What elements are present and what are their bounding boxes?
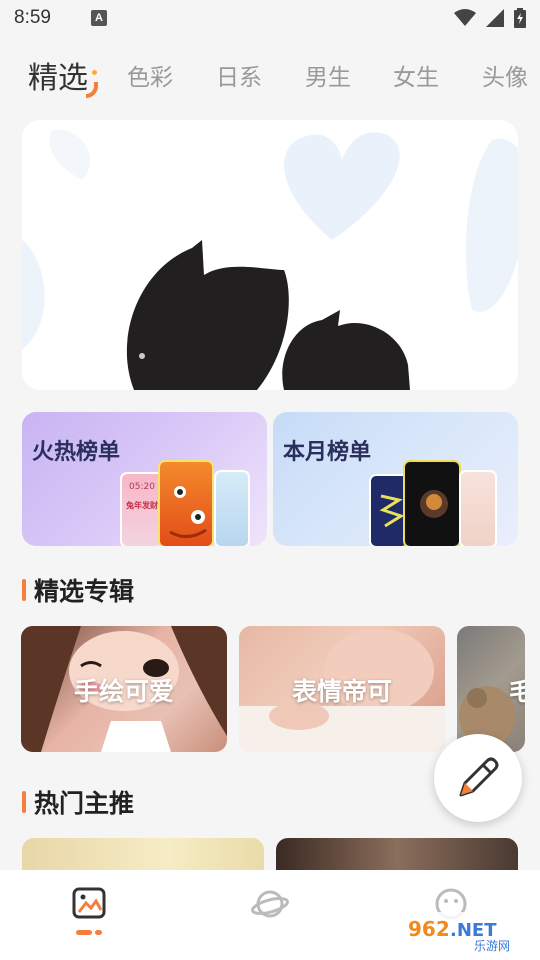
tab-color[interactable]: 色彩 xyxy=(127,58,173,92)
section-accent-bar xyxy=(22,791,26,813)
status-bar: 8:59 A xyxy=(0,0,540,36)
wallpaper-icon xyxy=(72,887,106,919)
status-time: 8:59 xyxy=(14,7,51,28)
hot-ranking-card[interactable]: 火热榜单 05:20 兔年发财 xyxy=(22,412,267,546)
banner-artwork xyxy=(22,129,518,390)
phone-preview xyxy=(158,460,214,546)
album-card[interactable]: 毛 xyxy=(457,626,525,752)
svg-text:962: 962 xyxy=(408,917,450,941)
phone-preview xyxy=(459,470,497,546)
nav-discover[interactable] xyxy=(240,886,300,946)
hot-picks-section-header: 热门主推 xyxy=(22,784,134,820)
edit-fab-button[interactable] xyxy=(434,734,522,822)
svg-text:.NET: .NET xyxy=(450,920,497,941)
month-ranking-title: 本月榜单 xyxy=(283,440,372,465)
phone-caption: 兔年发财 xyxy=(126,501,158,510)
svg-text:乐游网: 乐游网 xyxy=(474,939,510,953)
phone-time: 05:20 xyxy=(129,482,155,492)
watermark-logo: 962 .NET 乐游网 xyxy=(402,912,534,953)
hot-ranking-title: 火热榜单 xyxy=(32,440,121,465)
nav-active-indicator xyxy=(76,930,102,935)
tab-active-indicator xyxy=(86,82,98,98)
album-card[interactable]: 表情帝可 xyxy=(239,626,445,752)
wifi-icon xyxy=(454,9,476,26)
category-tabs: 精选 色彩 日系 男生 女生 头像 xyxy=(0,48,540,100)
nav-wallpaper[interactable] xyxy=(59,886,119,946)
tab-boys[interactable]: 男生 xyxy=(305,58,351,92)
tab-avatar[interactable]: 头像 xyxy=(482,58,528,92)
tab-active-dot xyxy=(92,70,97,75)
featured-section-header: 精选专辑 xyxy=(22,572,134,608)
album-card[interactable]: 手绘可爱 xyxy=(21,626,227,752)
featured-section-title: 精选专辑 xyxy=(34,577,135,606)
pencil-icon xyxy=(459,757,499,797)
album-label: 手绘可爱 xyxy=(73,677,174,706)
album-label: 毛 xyxy=(509,677,525,706)
hot-picks-section-title: 热门主推 xyxy=(34,789,135,818)
tab-featured[interactable]: 精选 xyxy=(28,53,88,97)
tab-girls[interactable]: 女生 xyxy=(393,58,439,92)
site-watermark: 962 .NET 乐游网 xyxy=(402,908,534,954)
status-icons xyxy=(454,8,526,28)
section-accent-bar xyxy=(22,579,26,601)
hero-banner[interactable] xyxy=(22,120,518,390)
month-ranking-card[interactable]: 本月榜单 xyxy=(273,412,518,546)
notification-a-icon: A xyxy=(90,10,107,26)
phone-preview xyxy=(214,470,250,546)
planet-icon xyxy=(251,890,289,918)
signal-icon xyxy=(486,9,504,27)
album-label: 表情帝可 xyxy=(291,677,392,706)
tab-japanese[interactable]: 日系 xyxy=(216,58,262,92)
battery-icon xyxy=(514,8,526,28)
phone-preview xyxy=(403,460,461,546)
